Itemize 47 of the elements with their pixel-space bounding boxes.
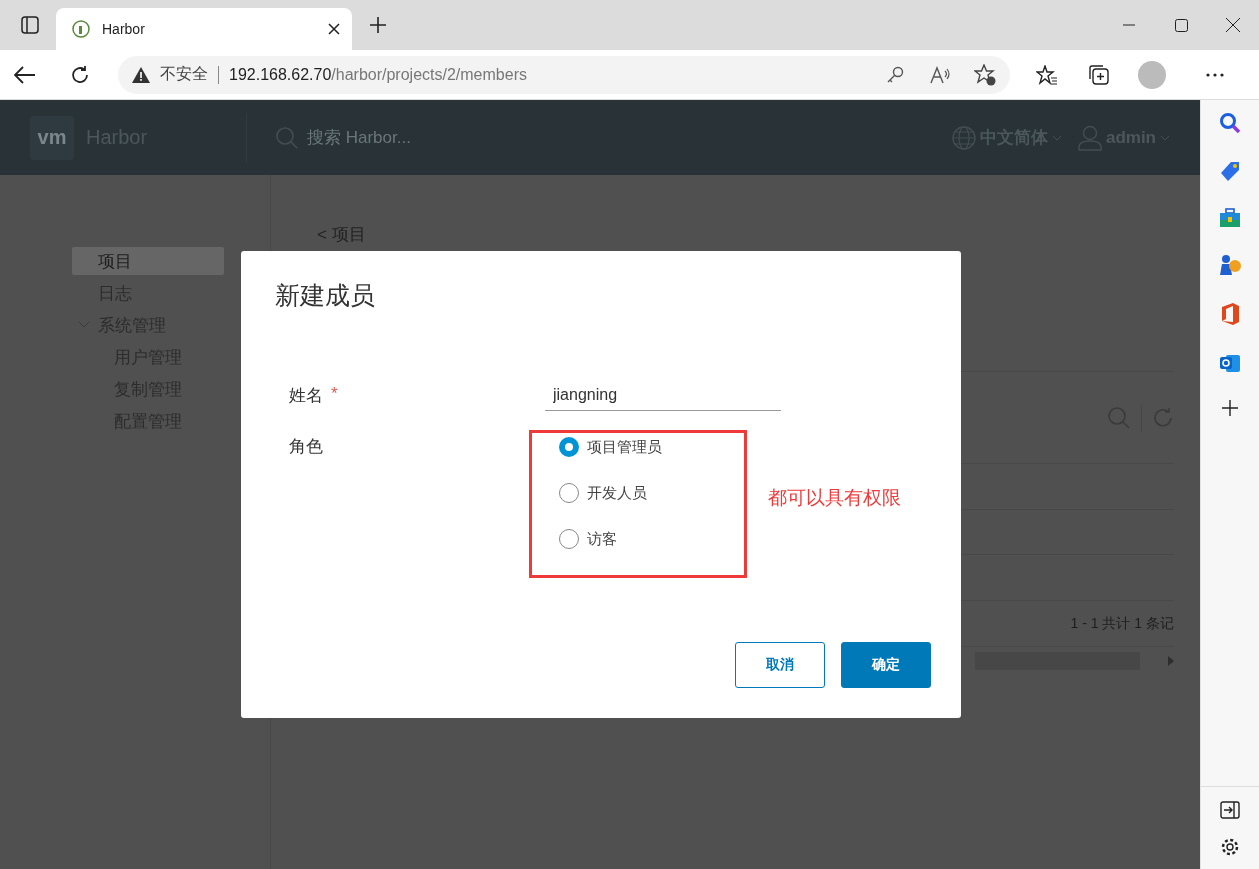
office-icon[interactable] [1219, 302, 1241, 326]
field-label: 角色 [289, 436, 323, 458]
collections-icon[interactable] [1088, 63, 1110, 86]
browser-tab[interactable]: Harbor [56, 8, 352, 50]
dialog-title: 新建成员 [275, 280, 376, 311]
globe-icon [951, 125, 976, 150]
maximize-icon[interactable] [1174, 18, 1188, 32]
toolbox-icon[interactable] [1219, 208, 1241, 228]
read-aloud-icon[interactable] [930, 65, 952, 84]
confirm-button[interactable]: 确定 [841, 642, 931, 688]
user-icon [1077, 124, 1102, 151]
game-icon[interactable] [1218, 254, 1242, 276]
required-mark: * [331, 384, 338, 405]
add-icon[interactable] [1222, 400, 1238, 416]
caret-icon [1160, 134, 1170, 141]
settings-icon[interactable] [1220, 837, 1240, 857]
site-icon [72, 20, 90, 38]
radio-label[interactable]: 访客 [587, 529, 617, 549]
search-icon [275, 125, 299, 150]
close-icon[interactable] [328, 23, 340, 35]
security-label: 不安全 [160, 64, 208, 84]
mail-icon[interactable] [1219, 352, 1241, 374]
refresh-icon[interactable] [70, 64, 90, 85]
more-icon[interactable] [1206, 72, 1224, 77]
caret-icon [1051, 134, 1062, 141]
radio-button[interactable] [559, 529, 579, 549]
search-field[interactable]: 搜索 Harbor... [305, 126, 545, 149]
warning-icon [132, 66, 150, 83]
radio-button[interactable] [559, 437, 579, 457]
radio-button[interactable] [559, 483, 579, 503]
radio-label[interactable]: 项目管理员 [587, 437, 662, 457]
field-label: 姓名 [289, 385, 323, 407]
address-bar[interactable]: 不安全 192.168.62.70/harbor/projects/2/members [118, 55, 1010, 94]
favorite-add-icon[interactable] [974, 63, 996, 86]
tag-icon[interactable] [1219, 160, 1241, 182]
back-icon[interactable] [14, 65, 36, 84]
nav-item[interactable]: 项目 [72, 247, 224, 275]
logo: vm [30, 115, 74, 160]
radio-label[interactable]: 开发人员 [587, 483, 647, 503]
key-icon[interactable] [886, 65, 904, 84]
annotation-text: 都可以具有权限 [768, 486, 901, 510]
search-icon[interactable] [1219, 112, 1241, 134]
sidebar-toggle-icon[interactable] [1220, 801, 1240, 819]
url-text: 192.168.62.70/harbor/projects/2/members [229, 65, 528, 84]
favorites-icon[interactable] [1036, 64, 1058, 85]
close-icon[interactable] [1226, 18, 1240, 32]
cancel-button[interactable]: 取消 [735, 642, 825, 688]
